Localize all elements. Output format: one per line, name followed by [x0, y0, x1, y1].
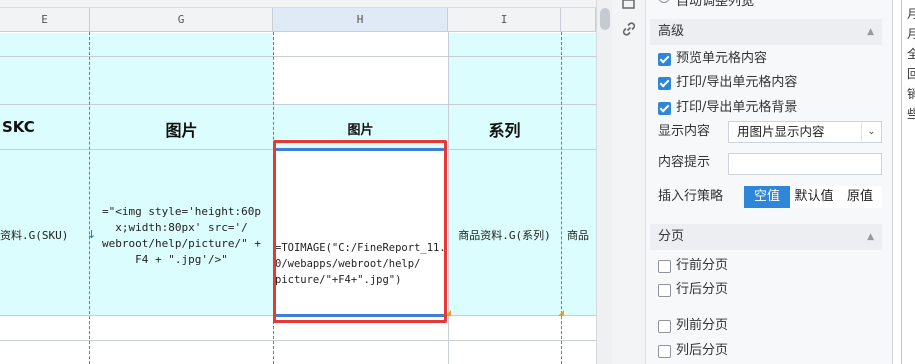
cell-header-h-text: 图片 [347, 123, 374, 138]
spreadsheet-grid[interactable]: E G H I SKC 图片 图片 系列 资料.G(SKU) ="<img st… [0, 0, 596, 364]
cell-empty-i-j[interactable] [448, 33, 596, 104]
cell-header-i[interactable]: 系列 [448, 105, 561, 149]
print-export-content-label: 打印/导出单元格内容 [676, 75, 798, 90]
adjacent-char: 全 [907, 44, 915, 64]
page-break-before-column-label: 列前分页 [676, 318, 729, 333]
cell-data-j[interactable]: 商品 [561, 150, 596, 315]
cell-data-g[interactable]: ="<img style='height:60p x;width:80px' s… [90, 150, 273, 315]
display-content-value: 用图片显示内容 [737, 124, 825, 139]
auto-adjust-radio[interactable] [658, 0, 670, 3]
insert-policy-null[interactable]: 空值 [744, 186, 790, 208]
cell-header-j[interactable] [561, 105, 596, 149]
print-export-background-label: 打印/导出单元格背景 [676, 100, 798, 115]
auto-adjust-label: 自动调整列宽 [676, 0, 755, 9]
cell-empty-h[interactable] [274, 33, 448, 104]
insert-policy-original[interactable]: 原值 [838, 186, 882, 208]
checkbox-checked-icon[interactable] [658, 77, 671, 90]
selected-cell-outline [273, 140, 447, 323]
adjacent-window-edge: 月 月 全 回 销 些 [892, 0, 915, 364]
insert-policy-default[interactable]: 默认值 [790, 186, 838, 208]
cell-header-e[interactable]: SKC [0, 105, 90, 149]
content-tip-input[interactable] [728, 153, 882, 175]
cell-data-i[interactable]: 商品资料.G(系列) [448, 150, 561, 315]
cell-data-i-text: 商品资料.G(系列) [458, 229, 551, 242]
column-header-e[interactable]: E [0, 8, 90, 32]
cell-data-g-text: ="<img style='height:60p x;width:80px' s… [102, 205, 261, 266]
adjacent-window-divider [901, 0, 902, 364]
cell-header-e-text: SKC [2, 118, 35, 136]
page-break-after-column-label: 列后分页 [676, 343, 729, 358]
column-header-j[interactable] [561, 8, 596, 32]
advanced-section-title: 高级 [658, 24, 685, 39]
cell-properties-panel: 自动调整列宽 高级 ▲ 预览单元格内容 打印/导出单元格内容 打印/导出单元格背… [646, 0, 892, 364]
column-header-h[interactable]: H [273, 8, 448, 32]
corner-marker-icon [558, 310, 564, 316]
adjacent-char: 些 [907, 104, 915, 124]
display-content-select[interactable]: 用图片显示内容 ⌄ [728, 121, 882, 143]
content-tip-label: 内容提示 [658, 155, 711, 170]
cell-empty-e-g[interactable] [0, 33, 273, 104]
paging-section-title: 分页 [658, 229, 685, 244]
column-header-i[interactable]: I [448, 8, 561, 32]
cell-data-j-text: 商品 [567, 229, 589, 242]
cell-header-g-text: 图片 [165, 121, 198, 140]
checkbox-checked-icon[interactable] [658, 53, 671, 66]
display-content-label: 显示内容 [658, 124, 711, 139]
checkbox-unchecked-icon[interactable] [658, 345, 671, 358]
checkbox-unchecked-icon[interactable] [658, 320, 671, 333]
scrollbar-thumb[interactable] [600, 8, 610, 30]
advanced-section-header[interactable]: 高级 ▲ [650, 19, 882, 45]
column-header-g[interactable]: G [90, 8, 273, 32]
cell-data-e[interactable]: 资料.G(SKU) [0, 150, 90, 315]
collapse-caret-icon[interactable]: ▲ [867, 19, 874, 45]
cell-header-g[interactable]: 图片 [90, 105, 273, 149]
hyperlink-icon[interactable] [621, 21, 637, 37]
page-break-before-row-label: 行前分页 [676, 258, 729, 273]
cell-attribute-icon[interactable] [621, 0, 637, 10]
checkbox-unchecked-icon[interactable] [658, 284, 671, 297]
collapse-caret-icon[interactable]: ▲ [867, 224, 874, 250]
column-divider-dashed [89, 32, 90, 364]
sheet-top-strip [0, 0, 596, 8]
adjacent-char: 回 [907, 64, 915, 84]
expand-down-arrow-icon: ↓ [87, 228, 97, 241]
paging-section-header[interactable]: 分页 ▲ [650, 224, 882, 250]
checkbox-checked-icon[interactable] [658, 102, 671, 115]
adjacent-window-text: 月 月 全 回 销 些 [907, 4, 915, 124]
chevron-down-icon[interactable]: ⌄ [861, 122, 881, 142]
page-break-after-row-label: 行后分页 [676, 282, 729, 297]
cell-header-i-text: 系列 [488, 121, 521, 140]
checkbox-unchecked-icon[interactable] [658, 260, 671, 273]
adjacent-char: 月 [907, 4, 915, 24]
property-icon-bar [612, 0, 646, 364]
adjacent-char: 月 [907, 24, 915, 44]
vertical-scrollbar[interactable] [596, 0, 612, 364]
adjacent-char: 销 [907, 84, 915, 104]
preview-cell-content-label: 预览单元格内容 [676, 51, 768, 66]
insert-policy-label: 插入行策略 [658, 189, 724, 204]
cell-data-e-text: 资料.G(SKU) [0, 229, 69, 242]
